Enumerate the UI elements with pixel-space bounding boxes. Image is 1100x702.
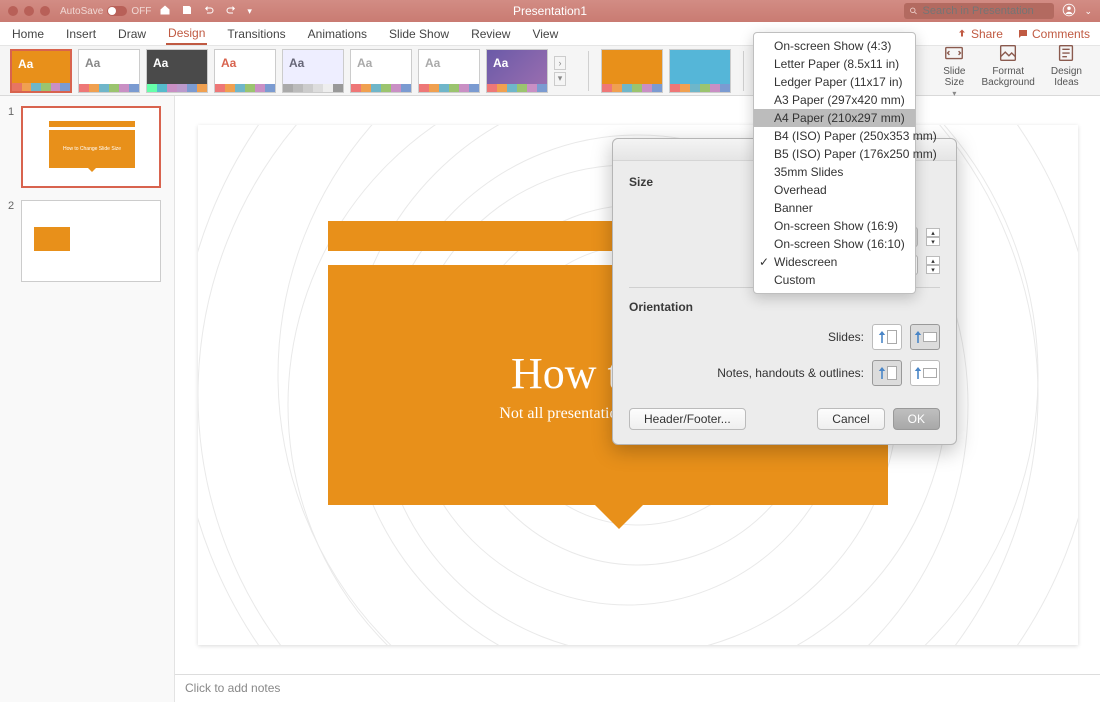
- size-option[interactable]: On-screen Show (16:10): [754, 235, 915, 253]
- redo-icon[interactable]: [225, 4, 237, 19]
- size-option[interactable]: On-screen Show (16:9): [754, 217, 915, 235]
- size-option[interactable]: Letter Paper (8.5x11 in): [754, 55, 915, 73]
- theme-thumb-5[interactable]: Aa: [282, 49, 344, 93]
- size-option[interactable]: B5 (ISO) Paper (176x250 mm): [754, 145, 915, 163]
- theme-thumb-3[interactable]: Aa: [146, 49, 208, 93]
- cancel-button[interactable]: Cancel: [817, 408, 884, 430]
- notes-pane[interactable]: Click to add notes: [175, 674, 1100, 702]
- size-option[interactable]: Overhead: [754, 181, 915, 199]
- slide-thumb-1[interactable]: How to Change Slide Size: [21, 106, 161, 188]
- theme-thumb-4[interactable]: Aa: [214, 49, 276, 93]
- notes-landscape-button[interactable]: [910, 360, 940, 386]
- window-titlebar: AutoSave OFF ▾ Presentation1 ⌄: [0, 0, 1100, 22]
- tab-review[interactable]: Review: [469, 24, 512, 44]
- size-option[interactable]: A4 Paper (210x297 mm): [754, 109, 915, 127]
- slide-size-menu[interactable]: On-screen Show (4:3)Letter Paper (8.5x11…: [753, 32, 916, 294]
- arrow-up-icon: [878, 331, 886, 344]
- tab-slideshow[interactable]: Slide Show: [387, 24, 451, 44]
- search-input-container[interactable]: [904, 3, 1054, 19]
- autosave-toggle[interactable]: AutoSave OFF: [60, 6, 151, 17]
- account-chevron-icon[interactable]: ⌄: [1084, 6, 1092, 17]
- share-button[interactable]: Share: [956, 27, 1003, 41]
- tab-view[interactable]: View: [530, 24, 560, 44]
- slide-thumbnail-panel: 1 How to Change Slide Size 2: [0, 96, 175, 702]
- tab-transitions[interactable]: Transitions: [225, 24, 287, 44]
- arrow-up-icon: [878, 367, 886, 380]
- slides-orientation-label: Slides:: [629, 330, 864, 344]
- arrow-up-icon: [914, 367, 922, 380]
- ribbon-design: Aa Aa Aa Aa Aa Aa Aa Aa ›▾ Slide Size▾ F…: [0, 46, 1100, 96]
- autosave-state: OFF: [131, 6, 151, 17]
- theme-thumb-2[interactable]: Aa: [78, 49, 140, 93]
- tab-insert[interactable]: Insert: [64, 24, 98, 44]
- tab-design[interactable]: Design: [166, 23, 207, 45]
- size-option[interactable]: On-screen Show (4:3): [754, 37, 915, 55]
- save-icon[interactable]: [181, 4, 193, 19]
- slides-landscape-button[interactable]: [910, 324, 940, 350]
- dialog-orientation-heading: Orientation: [629, 300, 940, 314]
- account-icon[interactable]: [1062, 3, 1076, 20]
- slide-pointer-shape: [593, 503, 645, 529]
- notes-orientation-label: Notes, handouts & outlines:: [629, 366, 864, 380]
- search-input[interactable]: [923, 5, 1050, 17]
- size-option[interactable]: Banner: [754, 199, 915, 217]
- tab-animations[interactable]: Animations: [306, 24, 369, 44]
- autosave-label: AutoSave: [60, 6, 103, 17]
- document-title: Presentation1: [513, 4, 587, 18]
- search-icon: [909, 6, 918, 16]
- design-ideas-icon: [1055, 42, 1077, 64]
- tab-draw[interactable]: Draw: [116, 24, 148, 44]
- thumb-number-2: 2: [8, 200, 16, 212]
- size-option[interactable]: Ledger Paper (11x17 in): [754, 73, 915, 91]
- size-option[interactable]: B4 (ISO) Paper (250x353 mm): [754, 127, 915, 145]
- tab-home[interactable]: Home: [10, 24, 46, 44]
- autosave-switch-icon[interactable]: [107, 6, 127, 16]
- ok-button[interactable]: OK: [893, 408, 940, 430]
- theme-thumb-6[interactable]: Aa: [350, 49, 412, 93]
- ribbon-divider-2: [743, 51, 744, 91]
- notes-portrait-button[interactable]: [872, 360, 902, 386]
- comments-button[interactable]: Comments: [1017, 27, 1090, 41]
- size-option[interactable]: A3 Paper (297x420 mm): [754, 91, 915, 109]
- width-stepper[interactable]: ▴▾: [926, 228, 940, 246]
- window-traffic-lights[interactable]: [8, 6, 50, 16]
- theme-thumb-1[interactable]: Aa: [10, 49, 72, 93]
- themes-more-button[interactable]: ›▾: [554, 56, 566, 86]
- home-icon[interactable]: [159, 4, 171, 19]
- size-option[interactable]: Widescreen: [754, 253, 915, 271]
- theme-thumb-8[interactable]: Aa: [486, 49, 548, 93]
- variant-thumb-2[interactable]: [669, 49, 731, 93]
- size-option[interactable]: Custom: [754, 271, 915, 289]
- minimize-window-icon[interactable]: [24, 6, 34, 16]
- ribbon-divider: [588, 51, 589, 91]
- design-ideas-button[interactable]: Design Ideas: [1051, 42, 1082, 99]
- close-window-icon[interactable]: [8, 6, 18, 16]
- format-background-button[interactable]: Format Background: [981, 42, 1034, 99]
- arrow-up-icon: [914, 331, 922, 344]
- slide-size-button[interactable]: Slide Size▾: [943, 42, 965, 99]
- format-bg-icon: [997, 42, 1019, 64]
- header-footer-button[interactable]: Header/Footer...: [629, 408, 746, 430]
- slide-size-icon: [943, 42, 965, 64]
- ribbon-tabs: Home Insert Draw Design Transitions Anim…: [0, 22, 1100, 46]
- slide-thumb-2[interactable]: [21, 200, 161, 282]
- height-stepper[interactable]: ▴▾: [926, 256, 940, 274]
- size-option[interactable]: 35mm Slides: [754, 163, 915, 181]
- qa-more-icon[interactable]: ▾: [247, 6, 252, 17]
- variant-thumb-1[interactable]: [601, 49, 663, 93]
- slides-portrait-button[interactable]: [872, 324, 902, 350]
- theme-thumb-7[interactable]: Aa: [418, 49, 480, 93]
- thumb-number-1: 1: [8, 106, 16, 118]
- fullscreen-window-icon[interactable]: [40, 6, 50, 16]
- undo-icon[interactable]: [203, 4, 215, 19]
